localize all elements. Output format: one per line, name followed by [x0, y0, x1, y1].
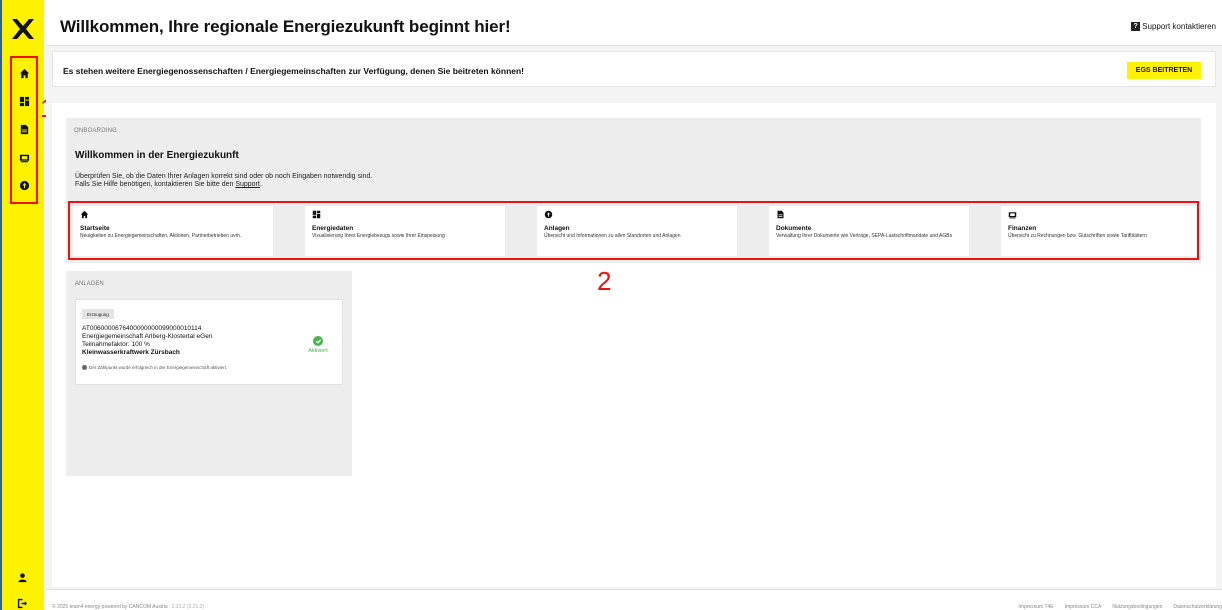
card-description: Übersicht zu Rechnungen bzw. Gutschrifte… [1008, 233, 1147, 239]
banner-text: Es stehen weitere Energiegenossenschafte… [63, 66, 525, 76]
user-icon [17, 572, 27, 582]
plant-icon [544, 210, 553, 219]
dashboard-icon [19, 96, 29, 106]
plant-name: Kleinwasserkraftwerk Zürsbach [82, 349, 180, 356]
egs-join-button[interactable]: EGS BEITRETEN [1127, 62, 1201, 79]
top-bar: Willkommen, Ihre regionale Energiezukunf… [46, 0, 1222, 46]
main-area: Willkommen, Ihre regionale Energiezukunf… [46, 0, 1222, 610]
info-icon [82, 365, 87, 370]
home-icon [80, 210, 89, 219]
status-text: Aktiviert [308, 348, 328, 354]
onboarding-text: Überprüfen Sie, ob die Daten Ihrer Anlag… [75, 173, 373, 180]
sidebar-item-startseite[interactable] [12, 63, 36, 83]
card-title: Anlagen [544, 225, 570, 232]
anlagen-section: ANLAGEN Erzeugung AT00600006764000000000… [66, 271, 352, 476]
footer-link-nutzungsbedingungen[interactable]: Nutzungsbedingungen [1112, 604, 1162, 610]
support-label: Support kontaktieren [1142, 22, 1216, 31]
sidebar-item-logout[interactable] [12, 594, 32, 610]
status-badge: Aktiviert [303, 336, 333, 354]
card-title: Finanzen [1008, 225, 1037, 232]
version: 2.21.2 (2.21.2) [171, 604, 205, 610]
footer-link-impressum-cca[interactable]: Impressum CCA [1065, 604, 1102, 610]
document-icon [20, 124, 28, 134]
home-icon [19, 68, 29, 78]
wallet-icon [19, 154, 29, 162]
help-text-prefix: Falls Sie Hilfe benötigen, kontaktieren … [75, 181, 236, 188]
check-circle-icon [313, 336, 323, 346]
card-description: Verwaltung Ihrer Dokumente wie Verträge,… [776, 233, 953, 239]
sidebar-item-energiedaten[interactable] [12, 91, 36, 111]
footer-links: Impressum T4E Impressum CCA Nutzungsbedi… [1007, 604, 1222, 610]
onboarding-help-text: Falls Sie Hilfe benötigen, kontaktieren … [75, 181, 262, 188]
onboarding-title: Willkommen in der Energiezukunft [75, 150, 239, 161]
quicklink-card-startseite[interactable]: Startseite Neuigkeiten zu Energiegemeins… [73, 206, 273, 256]
anlagen-section-label: ANLAGEN [75, 281, 104, 287]
footer-link-impressum-t4e[interactable]: Impressum T4E [1018, 604, 1053, 610]
participation-factor: Teilnahmefaktor: 100 % [82, 341, 150, 348]
type-badge: Erzeugung [82, 309, 114, 319]
wallet-icon [1008, 212, 1017, 219]
support-text-link[interactable]: Support [235, 181, 260, 188]
anlage-card[interactable]: Erzeugung AT0060000676400000000099000010… [75, 299, 343, 385]
join-banner: Es stehen weitere Energiegenossenschafte… [52, 51, 1216, 87]
onboarding-section-label: ONBOARDING [74, 128, 118, 134]
quicklink-card-dokumente[interactable]: Dokumente Verwaltung Ihrer Dokumente wie… [769, 206, 969, 256]
onboarding-section: ONBOARDING Willkommen in der Energiezuku… [66, 118, 1201, 263]
sidebar [0, 0, 44, 610]
copyright-text: © 2025 team4 energy powered by CANCOM Au… [52, 604, 168, 610]
card-description: Übersicht und Informationen zu allen Sta… [544, 233, 681, 239]
card-description: Visualisierung Ihres Energiebezugs sowie… [312, 233, 445, 239]
sidebar-item-profile[interactable] [12, 568, 32, 586]
card-description: Neuigkeiten zu Energiegemeinschaften, Ak… [80, 233, 242, 239]
footer: © 2025 team4 energy powered by CANCOM Au… [46, 589, 1222, 610]
logout-icon [17, 598, 27, 608]
annotation-label-2: 2 [597, 266, 612, 296]
support-link[interactable]: ? Support kontaktieren [1131, 22, 1216, 31]
footer-link-datenschutz[interactable]: Datenschutzerklärung [1173, 604, 1222, 610]
sidebar-nav-highlight [10, 56, 38, 204]
page-title: Willkommen, Ihre regionale Energiezukunf… [60, 17, 511, 36]
activation-note-text: Der Zählpunkt wurde erfolgreich in der E… [89, 365, 228, 370]
card-title: Energiedaten [312, 225, 354, 232]
activation-note: Der Zählpunkt wurde erfolgreich in der E… [82, 365, 227, 370]
sidebar-item-finanzen[interactable] [12, 147, 36, 167]
card-title: Dokumente [776, 225, 812, 232]
dashboard-icon [312, 210, 321, 219]
sidebar-item-anlagen[interactable] [12, 175, 36, 195]
plant-icon [19, 180, 29, 190]
quicklink-card-anlagen[interactable]: Anlagen Übersicht und Informationen zu a… [537, 206, 737, 256]
quicklink-card-energiedaten[interactable]: Energiedaten Visualisierung Ihres Energi… [305, 206, 505, 256]
copyright: © 2025 team4 energy powered by CANCOM Au… [52, 604, 204, 610]
help-text-suffix: . [259, 181, 262, 188]
quicklink-card-finanzen[interactable]: Finanzen Übersicht zu Rechnungen bzw. Gu… [1001, 206, 1196, 256]
sidebar-item-dokumente[interactable] [12, 119, 36, 139]
help-icon: ? [1131, 22, 1141, 31]
raiffeisen-logo-icon[interactable] [10, 16, 36, 42]
card-title: Startseite [80, 225, 110, 232]
content-area: ONBOARDING Willkommen in der Energiezuku… [52, 103, 1216, 587]
meter-point-id: AT0060000676400000000099000010114 [82, 325, 202, 332]
document-icon [777, 210, 784, 219]
quicklink-cards-highlight: Startseite Neuigkeiten zu Energiegemeins… [68, 201, 1199, 260]
community-name: Energiegemeinschaft Arlberg-Klostertal e… [82, 333, 213, 340]
